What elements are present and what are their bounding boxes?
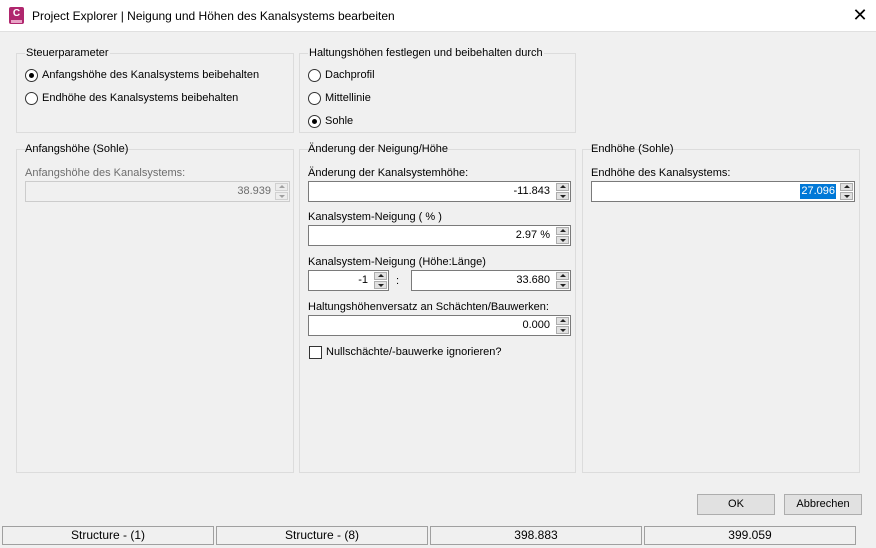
radio-label: Dachprofil <box>325 69 375 81</box>
ok-button[interactable]: OK <box>697 494 775 515</box>
radio-label: Mittellinie <box>325 92 371 104</box>
null-checkbox-label: Nullschächte/-bauwerke ignorieren? <box>326 346 502 358</box>
radio-button-checked[interactable] <box>308 115 321 128</box>
spinner-icon[interactable] <box>374 272 387 289</box>
versatz-input[interactable]: 0.000 <box>308 315 571 336</box>
status-bar: Structure - (1) Structure - (8) 398.883 … <box>0 524 876 548</box>
hoehe-value: -11.843 <box>513 185 551 197</box>
anfangshoehe-value: 38.939 <box>237 185 271 197</box>
endhoehe-title: Endhöhe (Sohle) <box>591 143 674 155</box>
radio-label: Endhöhe des Kanalsystems beibehalten <box>42 92 239 104</box>
neigung-pct-input[interactable]: 2.97 % <box>308 225 571 246</box>
endhoehe-value: 27.096 <box>800 184 836 199</box>
radio-label: Sohle <box>325 115 354 127</box>
title-bar: C Project Explorer | Neigung und Höhen d… <box>0 0 876 32</box>
status-cell-end-elevation: 399.059 <box>644 526 856 545</box>
anfangshoehe-input: 38.939 <box>25 181 290 202</box>
neigung-pct-value: 2.97 % <box>515 229 550 241</box>
spinner-icon[interactable] <box>556 317 569 334</box>
radio-label: Anfangshöhe des Kanalsystems beibehalten <box>42 69 260 81</box>
ratio-right-input[interactable]: 33.680 <box>411 270 571 291</box>
app-icon: C <box>9 7 24 24</box>
spinner-icon <box>275 183 288 200</box>
haltungshoehen-title: Haltungshöhen festlegen und beibehalten … <box>308 47 544 59</box>
radio-button-checked[interactable] <box>25 69 38 82</box>
versatz-value: 0.000 <box>522 319 550 331</box>
spinner-icon[interactable] <box>556 272 569 289</box>
close-icon[interactable]: ✕ <box>844 0 876 32</box>
ratio-left-input[interactable]: -1 <box>308 270 389 291</box>
status-cell-structure-end: Structure - (8) <box>216 526 428 545</box>
radio-button[interactable] <box>25 92 38 105</box>
anfangshoehe-title: Anfangshöhe (Sohle) <box>25 143 129 155</box>
radio-button[interactable] <box>308 92 321 105</box>
neigung-ratio-label: Kanalsystem-Neigung (Höhe:Länge) <box>308 256 486 268</box>
endhoehe-label: Endhöhe des Kanalsystems: <box>591 167 731 179</box>
versatz-label: Haltungshöhenversatz an Schächten/Bauwer… <box>308 301 549 313</box>
window-title: Project Explorer | Neigung und Höhen des… <box>32 9 395 23</box>
radio-button[interactable] <box>308 69 321 82</box>
spinner-icon[interactable] <box>840 183 853 200</box>
anfangshoehe-label: Anfangshöhe des Kanalsystems: <box>25 167 186 179</box>
neigung-pct-label: Kanalsystem-Neigung ( % ) <box>308 211 442 223</box>
hoehe-input[interactable]: -11.843 <box>308 181 571 202</box>
ratio-separator: : <box>396 275 400 287</box>
steuerparameter-title: Steuerparameter <box>25 47 110 59</box>
spinner-icon[interactable] <box>556 227 569 244</box>
endhoehe-input[interactable]: 27.096 <box>591 181 855 202</box>
status-cell-start-elevation: 398.883 <box>430 526 642 545</box>
hoehe-label: Änderung der Kanalsystemhöhe: <box>308 167 469 179</box>
spinner-icon[interactable] <box>556 183 569 200</box>
cancel-button[interactable]: Abbrechen <box>784 494 862 515</box>
ratio-right-value: 33.680 <box>516 274 550 286</box>
null-checkbox[interactable] <box>309 346 322 359</box>
aenderung-title: Änderung der Neigung/Höhe <box>308 143 449 155</box>
status-cell-structure-start: Structure - (1) <box>2 526 214 545</box>
ratio-left-value: -1 <box>358 274 368 286</box>
